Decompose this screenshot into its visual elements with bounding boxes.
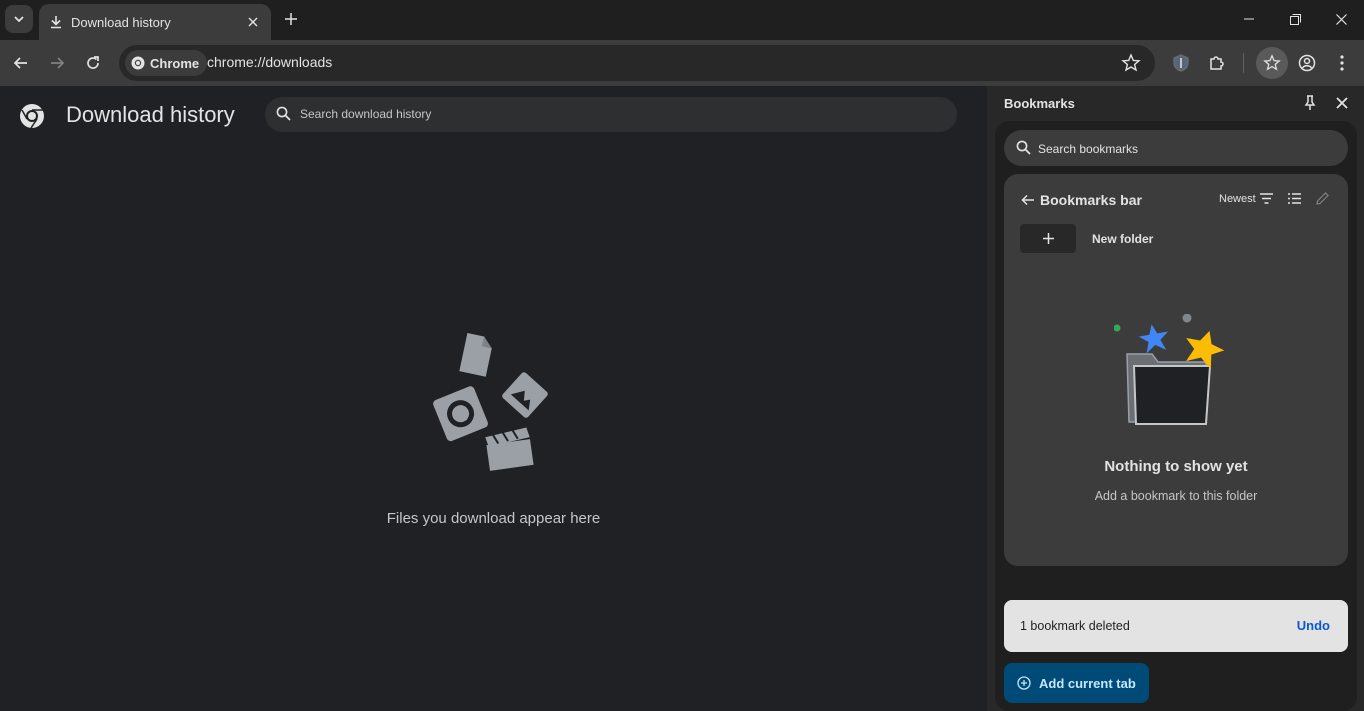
download-icon	[51, 16, 61, 29]
empty-bookmarks-illustration	[1114, 314, 1225, 425]
reload-icon	[87, 56, 99, 69]
extensions-icon	[1210, 56, 1224, 70]
close-icon	[248, 17, 258, 27]
plus-icon	[1042, 233, 1054, 244]
sort-button[interactable]: Newest	[1219, 193, 1256, 205]
downloads-page: Download history Search download history…	[0, 86, 987, 711]
chrome-icon	[131, 56, 145, 70]
chrome-menu-button[interactable]	[1328, 49, 1356, 77]
tab-title: Download history	[71, 14, 171, 30]
restore-icon	[1289, 13, 1301, 25]
forward-icon	[51, 57, 65, 69]
side-panel-title: Bookmarks	[1004, 96, 1075, 111]
tab-strip: Download history	[0, 0, 1364, 40]
empty-state-text: Files you download appear here	[386, 510, 601, 527]
bookmarks-side-panel: Bookmarks Search bookmarks Bookmarks bar…	[987, 86, 1364, 711]
close-icon	[1335, 13, 1347, 25]
minimize-icon	[1244, 18, 1254, 20]
shield-icon	[1173, 54, 1189, 72]
folder-title: Bookmarks bar	[1040, 192, 1142, 208]
back-button[interactable]	[7, 49, 35, 77]
add-current-tab-label: Add current tab	[1039, 675, 1136, 691]
search-bookmarks-input[interactable]: Search bookmarks	[1004, 130, 1348, 166]
list-view-icon[interactable]	[1288, 193, 1301, 204]
omnibox[interactable]: Chrome chrome://downloads	[119, 45, 1155, 81]
tab-search-icon	[14, 16, 24, 23]
back-icon	[13, 57, 27, 69]
chip-label: Chrome	[150, 55, 200, 71]
profile-button[interactable]	[1293, 49, 1321, 77]
bookmarks-icon	[1263, 54, 1281, 71]
forward-button[interactable]	[43, 49, 71, 77]
add-circle-icon	[1017, 676, 1031, 690]
chrome-icon	[20, 104, 44, 129]
empty-state-heading: Nothing to show yet	[1104, 458, 1248, 475]
close-icon[interactable]	[1333, 94, 1351, 112]
tab-download-history[interactable]: Download history	[39, 4, 271, 40]
side-panel-content: Search bookmarks Bookmarks bar Newest Ne…	[995, 121, 1357, 711]
extension-shield-button[interactable]	[1167, 49, 1195, 77]
toolbar: Chrome chrome://downloads	[0, 40, 1364, 86]
extensions-button[interactable]	[1203, 49, 1231, 77]
search-placeholder: Search download history	[300, 107, 432, 121]
bookmarks-folder-card: Bookmarks bar Newest New folder Nothing …	[1004, 174, 1348, 566]
star-icon[interactable]	[1121, 53, 1141, 73]
new-folder-label[interactable]: New folder	[1092, 232, 1153, 246]
deleted-toast: 1 bookmark deleted Undo	[1004, 600, 1348, 652]
page-title: Download history	[66, 102, 235, 127]
tab-search-button[interactable]	[5, 5, 33, 33]
pin-icon[interactable]	[1301, 94, 1319, 112]
search-icon	[276, 106, 291, 121]
new-folder-button[interactable]	[1020, 224, 1076, 253]
profile-icon	[1298, 54, 1316, 72]
site-info-chip[interactable]: Chrome	[125, 50, 208, 76]
edit-icon[interactable]	[1316, 192, 1329, 205]
search-downloads-input[interactable]: Search download history	[265, 97, 957, 132]
sort-icon[interactable]	[1260, 193, 1273, 204]
window-close-button[interactable]	[1328, 6, 1354, 32]
reload-button[interactable]	[79, 49, 107, 77]
url-text[interactable]: chrome://downloads	[207, 54, 332, 70]
tab-close-button[interactable]	[243, 12, 263, 32]
plus-icon	[285, 13, 297, 25]
bookmarks-side-panel-button[interactable]	[1256, 47, 1288, 79]
restore-button[interactable]	[1282, 6, 1308, 32]
new-tab-button[interactable]	[280, 8, 302, 30]
back-icon[interactable]	[1020, 192, 1036, 208]
menu-icon	[1340, 55, 1344, 71]
search-bookmarks-placeholder: Search bookmarks	[1038, 142, 1139, 156]
toast-message: 1 bookmark deleted	[1020, 619, 1130, 633]
search-icon	[1016, 140, 1031, 155]
empty-state-subtext: Add a bookmark to this folder	[1094, 489, 1258, 503]
minimize-button[interactable]	[1236, 6, 1262, 32]
add-current-tab-button[interactable]: Add current tab	[1004, 663, 1149, 703]
empty-downloads-illustration	[433, 332, 548, 471]
undo-button[interactable]: Undo	[1297, 618, 1330, 633]
toolbar-divider	[1243, 53, 1244, 73]
